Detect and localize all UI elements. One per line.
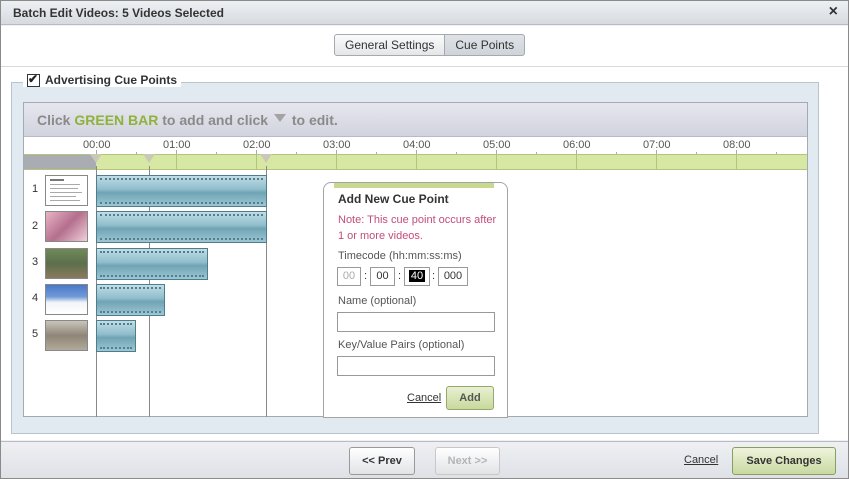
- tab-bar: General Settings Cue Points: [1, 26, 848, 66]
- video-thumbnail: [45, 284, 88, 315]
- tab-general-settings[interactable]: General Settings: [334, 34, 446, 56]
- dialog-titlebar: Batch Edit Videos: 5 Videos Selected ×: [1, 1, 848, 25]
- greenbar-gridline: [336, 155, 337, 169]
- video-thumbnail: [45, 175, 88, 206]
- instruction-bar: Click GREEN BAR to add and click to edit…: [24, 103, 807, 137]
- cue-marker[interactable]: [90, 154, 102, 163]
- greenbar-offset: [24, 155, 96, 169]
- kv-input[interactable]: [337, 356, 495, 376]
- row-number: 3: [32, 256, 39, 268]
- cue-marker[interactable]: [143, 154, 155, 163]
- instr-middle: to add and click: [162, 112, 269, 128]
- save-changes-button[interactable]: Save Changes: [732, 447, 836, 475]
- timecode-seconds[interactable]: 40: [404, 267, 430, 286]
- tab-group: General Settings Cue Points: [334, 34, 526, 56]
- colon: :: [398, 270, 402, 282]
- prev-button[interactable]: << Prev: [349, 447, 415, 475]
- dialog-title: Batch Edit Videos: 5 Videos Selected: [13, 6, 224, 20]
- greenbar-gridline: [576, 155, 577, 169]
- dialog-footer: << Prev Next >> Cancel Save Changes: [1, 441, 848, 478]
- tab-cue-points[interactable]: Cue Points: [445, 34, 526, 56]
- video-clip-bar[interactable]: [96, 211, 267, 243]
- name-input[interactable]: [337, 312, 495, 332]
- colon: :: [432, 270, 436, 282]
- video-clip-bar[interactable]: [96, 320, 136, 352]
- video-thumbnail: [45, 320, 88, 351]
- row-number: 2: [32, 220, 39, 232]
- video-clip-bar[interactable]: [96, 284, 165, 316]
- timecode-milliseconds[interactable]: 000: [438, 267, 468, 286]
- add-cue-point-popup: Add New Cue Point Note: This cue point o…: [323, 182, 508, 418]
- video-thumbnail: [45, 248, 88, 279]
- popup-topbar: [334, 183, 494, 188]
- greenbar-gridline: [256, 155, 257, 169]
- timeline-ruler: 00:00 01:00 02:00 03:00 04:00 05:00 06:00 07:00…: [24, 138, 807, 154]
- greenbar-gridline: [736, 155, 737, 169]
- instr-green-bar: GREEN BAR: [74, 112, 159, 128]
- name-label: Name (optional): [338, 295, 417, 307]
- row-number: 1: [32, 183, 39, 195]
- add-button[interactable]: Add: [446, 386, 494, 410]
- row-number: 5: [32, 328, 39, 340]
- timecode-label: Timecode (hh:mm:ss:ms): [338, 250, 462, 262]
- section-label: Advertising Cue Points: [45, 73, 178, 87]
- timecode-minutes[interactable]: 00: [370, 267, 395, 286]
- cue-marker[interactable]: [260, 154, 272, 163]
- marker-triangle-icon: [273, 114, 286, 122]
- advertising-cue-points-checkbox[interactable]: [27, 72, 40, 87]
- popup-cancel-link[interactable]: Cancel: [407, 392, 441, 404]
- greenbar-gridline: [176, 155, 177, 169]
- footer-cancel-link[interactable]: Cancel: [684, 454, 718, 466]
- greenbar-gridline: [656, 155, 657, 169]
- close-icon[interactable]: ×: [829, 3, 838, 21]
- greenbar-gridline: [496, 155, 497, 169]
- popup-title: Add New Cue Point: [338, 192, 449, 206]
- kv-label: Key/Value Pairs (optional): [338, 339, 465, 351]
- row-number: 4: [32, 292, 39, 304]
- instr-prefix: Click: [37, 112, 71, 128]
- timecode-hours[interactable]: 00: [337, 267, 361, 286]
- popup-note: Note: This cue point occurs after 1 or m…: [338, 214, 497, 242]
- greenbar-gridline: [416, 155, 417, 169]
- timecode-seconds-value: 40: [408, 270, 426, 282]
- video-thumbnail: [45, 211, 88, 242]
- content-area: Advertising Cue Points Click GREEN BAR t…: [1, 66, 848, 440]
- video-clip-bar[interactable]: [96, 248, 208, 280]
- colon: :: [364, 270, 368, 282]
- green-bar[interactable]: [24, 154, 807, 170]
- instr-suffix: to edit.: [291, 112, 338, 128]
- batch-edit-dialog: Batch Edit Videos: 5 Videos Selected × G…: [0, 0, 849, 479]
- section-legend: Advertising Cue Points: [23, 72, 182, 87]
- cue-point-editor: Click GREEN BAR to add and click to edit…: [23, 102, 808, 418]
- video-clip-bar[interactable]: [96, 175, 267, 207]
- next-button[interactable]: Next >>: [435, 447, 500, 475]
